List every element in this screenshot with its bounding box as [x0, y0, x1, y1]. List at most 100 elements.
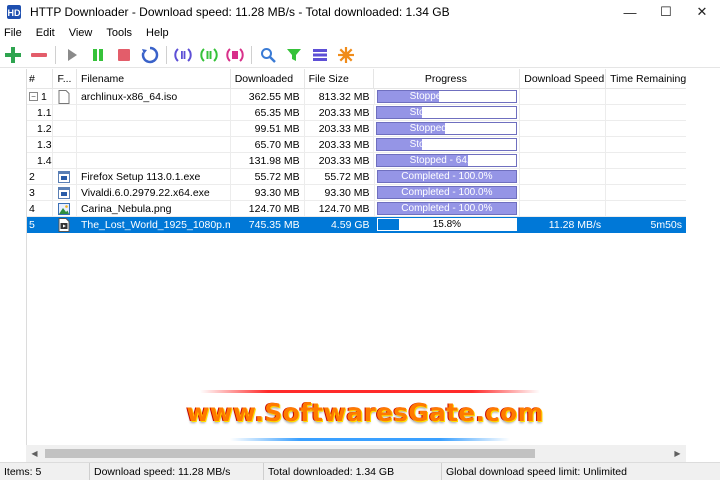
file-type-cell	[53, 217, 77, 232]
downloaded-cell: 99.51 MB	[231, 121, 305, 136]
list-header: # F... Filename Downloaded File Size Pro…	[27, 69, 686, 89]
progress-text: Stopped - 44.5%	[409, 91, 485, 102]
table-row[interactable]: 4 Carina_Nebula.png 124.70 MB 124.70 MB Comp…	[27, 201, 686, 217]
scroll-left-icon[interactable]: ◀	[26, 445, 43, 462]
column-header-num[interactable]: #	[27, 69, 53, 88]
queue-icon[interactable]	[307, 43, 333, 67]
progress-cell: Completed - 100.0%	[375, 201, 521, 216]
menu-bar: File Edit View Tools Help	[0, 24, 720, 42]
image-icon	[58, 202, 71, 216]
column-header-filename[interactable]: Filename	[77, 69, 231, 88]
status-items: Items: 5	[0, 462, 90, 480]
table-row[interactable]: 1.2 99.51 MB 203.33 MB Stopped - 48.9%	[27, 121, 686, 137]
progress-cell: Completed - 100.0%	[375, 185, 521, 200]
toolbar-separator	[55, 45, 56, 64]
column-header-downloaded[interactable]: Downloaded	[231, 69, 305, 88]
stop-all-icon[interactable]	[222, 43, 248, 67]
progress-cell: Stopped - 48.9%	[374, 121, 521, 136]
menu-file[interactable]: File	[0, 27, 29, 39]
column-header-progress[interactable]: Progress	[374, 69, 521, 88]
time-remaining-cell	[606, 169, 686, 184]
filesize-cell: 93.30 MB	[305, 185, 375, 200]
table-row[interactable]: 3 Vivaldi.6.0.2979.22.x64.exe 93.30 MB 93.3…	[27, 185, 686, 201]
downloaded-cell: 65.70 MB	[231, 137, 305, 152]
file-icon	[58, 89, 70, 104]
play-icon[interactable]	[59, 43, 85, 67]
scroll-thumb[interactable]	[45, 449, 535, 458]
progress-bar: Stopped - 32.3%	[376, 138, 518, 151]
pause-active-icon[interactable]	[170, 43, 196, 67]
file-type-cell	[53, 153, 77, 168]
file-type-cell	[53, 201, 77, 216]
file-type-cell	[53, 89, 77, 104]
table-row[interactable]: 2 Firefox Setup 113.0.1.exe 55.72 MB 55.72 …	[27, 169, 686, 185]
filter-icon[interactable]	[281, 43, 307, 67]
progress-bar: Stopped - 44.5%	[376, 90, 518, 103]
progress-cell: Stopped - 32.1%	[374, 105, 521, 120]
watermark-blue-line	[230, 438, 510, 441]
progress-bar: Stopped - 48.9%	[376, 122, 518, 135]
minimize-button[interactable]: —	[612, 0, 648, 24]
app-icon	[58, 170, 71, 184]
row-number: 1.1	[27, 105, 53, 120]
table-row[interactable]: 1.1 65.35 MB 203.33 MB Stopped - 32.1%	[27, 105, 686, 121]
table-row[interactable]: 5 The_Lost_World_1925_1080p.mkv 745.35 MB 4…	[27, 217, 686, 233]
pause-all-icon[interactable]	[196, 43, 222, 67]
row-number: 1.4	[27, 153, 53, 168]
maximize-button[interactable]: ☐	[648, 0, 684, 24]
menu-edit[interactable]: Edit	[29, 27, 62, 39]
filename-cell: Vivaldi.6.0.2979.22.x64.exe	[77, 185, 231, 200]
file-type-cell	[53, 169, 77, 184]
svg-text:HD: HD	[8, 8, 21, 18]
stop-icon[interactable]	[111, 43, 137, 67]
collapse-icon[interactable]: −	[29, 92, 38, 101]
table-row[interactable]: 1.4 131.98 MB 203.33 MB Stopped - 64.9%	[27, 153, 686, 169]
column-header-filesize[interactable]: File Size	[305, 69, 375, 88]
filesize-cell: 203.33 MB	[305, 121, 375, 136]
search-icon[interactable]	[255, 43, 281, 67]
close-button[interactable]: ✕	[684, 0, 720, 24]
add-icon[interactable]	[0, 43, 26, 67]
progress-text: Stopped - 32.3%	[409, 139, 485, 150]
progress-cell: Stopped - 32.3%	[374, 137, 521, 152]
pause-icon[interactable]	[85, 43, 111, 67]
column-header-download-speed[interactable]: Download Speed	[520, 69, 607, 88]
scroll-right-icon[interactable]: ▶	[669, 445, 686, 462]
filename-cell	[77, 153, 231, 168]
progress-bar: Completed - 100.0%	[376, 170, 518, 183]
column-header-filetype[interactable]: F...	[53, 69, 77, 88]
progress-bar: Completed - 100.0%	[376, 202, 518, 215]
menu-help[interactable]: Help	[139, 27, 176, 39]
time-remaining-cell	[606, 89, 686, 104]
progress-bar: Stopped - 64.9%	[376, 154, 518, 167]
download-speed-cell	[520, 169, 607, 184]
restart-icon[interactable]	[137, 43, 163, 67]
video-icon	[58, 217, 70, 232]
row-number: 3	[27, 185, 53, 200]
row-number-text: 1.3	[37, 138, 52, 151]
filesize-cell: 203.33 MB	[305, 137, 375, 152]
table-row[interactable]: −1 archlinux-x86_64.iso 362.55 MB 813.32 MB…	[27, 89, 686, 105]
toolbar-separator	[251, 45, 252, 64]
row-number-text: 1.4	[37, 154, 52, 167]
filename-cell: Firefox Setup 113.0.1.exe	[77, 169, 231, 184]
filesize-cell: 55.72 MB	[305, 169, 375, 184]
filesize-cell: 203.33 MB	[305, 105, 375, 120]
filename-cell: The_Lost_World_1925_1080p.mkv	[77, 217, 231, 232]
remove-icon[interactable]	[26, 43, 52, 67]
watermark-red-line	[200, 390, 540, 393]
download-speed-cell	[520, 201, 607, 216]
progress-text: Completed - 100.0%	[401, 187, 493, 198]
download-speed-cell	[520, 121, 607, 136]
downloaded-cell: 131.98 MB	[231, 153, 305, 168]
progress-cell: Stopped - 44.5%	[375, 89, 521, 104]
menu-view[interactable]: View	[62, 27, 100, 39]
status-speed-limit: Global download speed limit: Unlimited	[446, 465, 627, 478]
download-speed-cell	[520, 89, 607, 104]
column-header-time-remaining[interactable]: Time Remaining	[606, 69, 686, 88]
app-window: HD HTTP Downloader - Download speed: 11.…	[0, 0, 720, 480]
table-row[interactable]: 1.3 65.70 MB 203.33 MB Stopped - 32.3%	[27, 137, 686, 153]
options-icon[interactable]	[333, 43, 359, 67]
menu-tools[interactable]: Tools	[99, 27, 139, 39]
row-number-text: 1.2	[37, 122, 52, 135]
